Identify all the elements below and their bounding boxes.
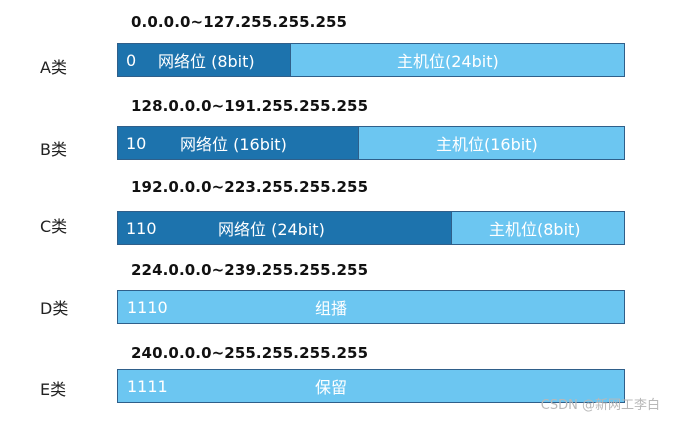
class-label-e: E类 (40, 380, 67, 399)
class-label-b: B类 (40, 140, 67, 159)
prefix-bits-c: 110 (126, 218, 157, 238)
network-label-b: 网络位 (16bit) (180, 135, 287, 154)
multicast-segment-d: 1110 组播 (118, 291, 624, 323)
network-segment-b: 10 网络位 (16bit) (118, 127, 359, 159)
class-label-d: D类 (40, 299, 69, 318)
host-label-c: 主机位(8bit) (489, 220, 581, 239)
host-segment-a: 主机位(24bit) (292, 44, 624, 76)
network-segment-c: 110 网络位 (24bit) (118, 212, 452, 244)
network-label-a: 网络位 (8bit) (158, 52, 255, 71)
address-bar-d: 1110 组播 (117, 290, 625, 324)
range-label-d: 224.0.0.0~239.255.255.255 (131, 261, 369, 279)
host-label-a: 主机位(24bit) (397, 52, 499, 71)
range-label-e: 240.0.0.0~255.255.255.255 (131, 344, 369, 362)
class-label-c: C类 (40, 217, 68, 236)
address-bar-c: 110 网络位 (24bit) 主机位(8bit) (117, 211, 625, 245)
prefix-bits-a: 0 (126, 50, 137, 70)
address-bar-a: 0 网络位 (8bit) 主机位(24bit) (117, 43, 625, 77)
host-segment-b: 主机位(16bit) (360, 127, 624, 159)
network-segment-a: 0 网络位 (8bit) (118, 44, 291, 76)
prefix-bits-d: 1110 (127, 297, 168, 317)
watermark-text: CSDN @新网工李白 (540, 398, 660, 413)
prefix-bits-b: 10 (126, 133, 147, 153)
address-bar-b: 10 网络位 (16bit) 主机位(16bit) (117, 126, 625, 160)
class-label-a: A类 (40, 58, 67, 77)
range-label-b: 128.0.0.0~191.255.255.255 (131, 97, 369, 115)
host-label-b: 主机位(16bit) (436, 135, 538, 154)
purpose-label-e: 保留 (315, 378, 348, 397)
range-label-a: 0.0.0.0~127.255.255.255 (131, 13, 348, 31)
network-label-c: 网络位 (24bit) (218, 220, 325, 239)
host-segment-c: 主机位(8bit) (453, 212, 624, 244)
prefix-bits-e: 1111 (127, 376, 168, 396)
purpose-label-d: 组播 (315, 299, 348, 318)
range-label-c: 192.0.0.0~223.255.255.255 (131, 178, 369, 196)
